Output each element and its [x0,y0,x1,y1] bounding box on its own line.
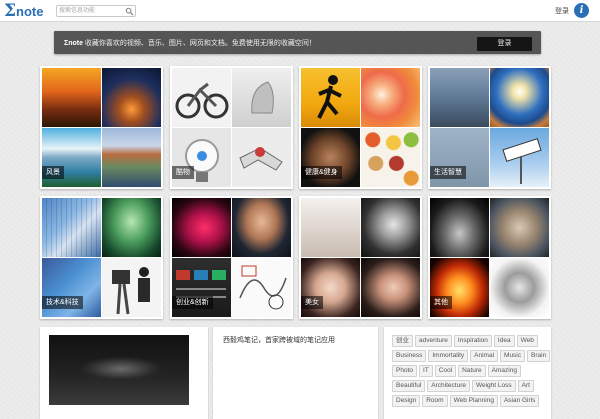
tile-sunset-landscape[interactable] [42,68,101,127]
tile-better-life-sign[interactable] [490,128,549,187]
category-label: 其他 [430,296,452,309]
tile-woman-bw-portrait[interactable] [361,198,420,257]
tile-sketch-diagram[interactable] [232,258,291,317]
tag-chip[interactable]: Amazing [487,365,521,377]
welcome-banner: Σnote 收藏你喜欢的视频、音乐、图片、网页和文档。免费使用无限的收藏空间！ [54,31,541,54]
tile-woman-dark-hair[interactable] [361,258,420,317]
tag-chip[interactable]: Art [517,380,534,392]
tile-futuristic-chair[interactable] [232,68,291,127]
tag-chip[interactable]: Asian Girls [499,395,540,407]
tag-chip[interactable]: Cool [434,365,457,377]
tile-young-entrepreneur[interactable] [232,198,291,257]
news-headline[interactable]: 西毅鸡笔记，首家跨被域的笔记应用 [223,335,335,345]
top-bar: Σ note 登录 i [0,0,600,22]
tag-chip[interactable]: Design [392,395,421,407]
tile-woman-white-dress[interactable] [301,198,360,257]
tag-chip[interactable]: 创业 [392,335,413,347]
tag-chip[interactable]: Architecture [427,380,470,392]
tag-cloud-panel: 创业 adventure Inspiration Idea Web Business Imm… [384,327,551,419]
tag-chip[interactable]: adventure [415,335,452,347]
featured-photo-panel [40,327,208,419]
cameraman-icon [112,267,150,315]
category-card-health-fitness[interactable]: 健康&健身 [299,66,422,189]
tag-chip[interactable]: Immortality [428,350,469,362]
tile-green-head[interactable] [102,198,161,257]
tag-chip[interactable]: Music [500,350,526,362]
chair-icon [251,81,274,114]
tag-cloud: 创业 adventure Inspiration Idea Web Business Imm… [392,335,552,407]
sign-icon [502,138,542,184]
robotic-arm-icon [239,147,283,171]
sketch-icon [239,265,287,310]
category-label: 美女 [301,296,323,309]
tile-kitten[interactable] [490,198,549,257]
tag-chip[interactable]: Idea [493,335,515,347]
tag-chip[interactable]: Inspiration [453,335,492,347]
tag-chip[interactable]: Brain [527,350,551,362]
logo-sigma: Σ [4,1,17,21]
category-card-landscape[interactable]: 风景 [40,66,163,189]
category-label: 酷物 [172,166,194,179]
tag-chip[interactable]: Web Planning [449,395,498,407]
banner-slogan: 收藏你喜欢的视频、音乐、图片、网页和文档。免费使用无限的收藏空间！ [82,40,316,47]
banner-login-button[interactable]: 登录 [477,37,532,51]
bicycle-icon [175,82,229,119]
tag-chip[interactable]: Web [516,335,538,347]
category-label: 健康&健身 [301,166,342,179]
tile-app-icons[interactable] [42,198,101,257]
tile-concept-bicycle[interactable] [172,68,231,127]
runner-icon [317,75,342,119]
tag-chip[interactable]: Beautiful [392,380,426,392]
tile-woman-silhouette-bw[interactable] [430,198,489,257]
tag-chip[interactable]: Room [422,395,448,407]
tile-runner-silhouette[interactable] [301,68,360,127]
logo[interactable]: Σ note [4,2,43,20]
category-label: 创业&创新 [172,296,213,309]
tag-chip[interactable]: Nature [458,365,486,377]
tag-chip[interactable]: IT [419,365,433,377]
tag-chip[interactable]: Photo [392,365,417,377]
tile-cameraman-robot[interactable] [102,258,161,317]
search-box [56,5,136,17]
logo-text: note [16,4,44,19]
banner-brand: Σnote [64,40,83,47]
info-icon[interactable]: i [574,3,589,18]
tile-red-fiber-art[interactable] [172,198,231,257]
category-label: 技术&科技 [42,296,83,309]
category-card-startup[interactable]: 创业&创新 [170,196,293,319]
tag-chip[interactable]: Weight Loss [471,380,516,392]
tile-robotic-arm[interactable] [232,128,291,187]
tag-chip[interactable]: Business [392,350,427,362]
tile-splash-horse[interactable] [490,258,549,317]
category-card-cool-stuff[interactable]: 酷物 [170,66,293,189]
category-card-beauty[interactable]: 美女 [299,196,422,319]
search-input[interactable] [59,6,125,16]
tile-grapefruit[interactable] [361,68,420,127]
tile-desert-jump[interactable] [490,68,549,127]
tile-lakeside-forest[interactable] [102,128,161,187]
search-icon[interactable] [125,7,134,16]
tile-coastal-town-night[interactable] [102,68,161,127]
category-label: 生活智慧 [430,166,466,179]
category-card-other[interactable]: 其他 [428,196,551,319]
tile-quote-poster[interactable] [430,68,489,127]
tag-chip[interactable]: Animal [470,350,499,362]
category-card-technology[interactable]: 技术&科技 [40,196,163,319]
tile-vegetables-grid[interactable] [361,128,420,187]
featured-photo[interactable] [49,335,189,405]
banner-text: Σnote 收藏你喜欢的视频、音乐、图片、网页和文档。免费使用无限的收藏空间！ [64,38,316,48]
category-label: 风景 [42,166,64,179]
login-link[interactable]: 登录 [555,6,569,16]
news-panel: 西毅鸡笔记，首家跨被域的笔记应用 [213,327,378,419]
category-card-life-wisdom[interactable]: 生活智慧 [428,66,551,189]
